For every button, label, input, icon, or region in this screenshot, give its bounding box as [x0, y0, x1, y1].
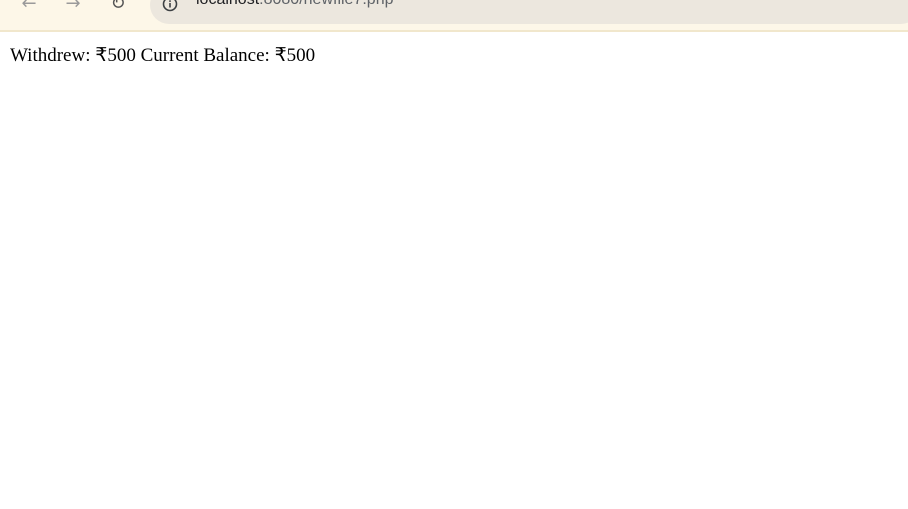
info-icon[interactable] — [162, 0, 178, 12]
address-url[interactable]: localhost:8080/newfile7.php — [196, 0, 393, 9]
address-bar[interactable]: localhost:8080/newfile7.php — [150, 0, 908, 24]
url-path: :8080/newfile7.php — [259, 0, 393, 8]
url-host: localhost — [196, 0, 259, 8]
reload-icon[interactable]: ↻ — [106, 0, 130, 16]
forward-arrow-icon[interactable]: → — [61, 0, 85, 16]
browser-toolbar: ← → ↻ localhost:8080/newfile7.php — [0, 0, 908, 32]
back-arrow-icon[interactable]: ← — [17, 0, 41, 16]
transaction-message: Withdrew: ₹500 Current Balance: ₹500 — [10, 45, 316, 66]
